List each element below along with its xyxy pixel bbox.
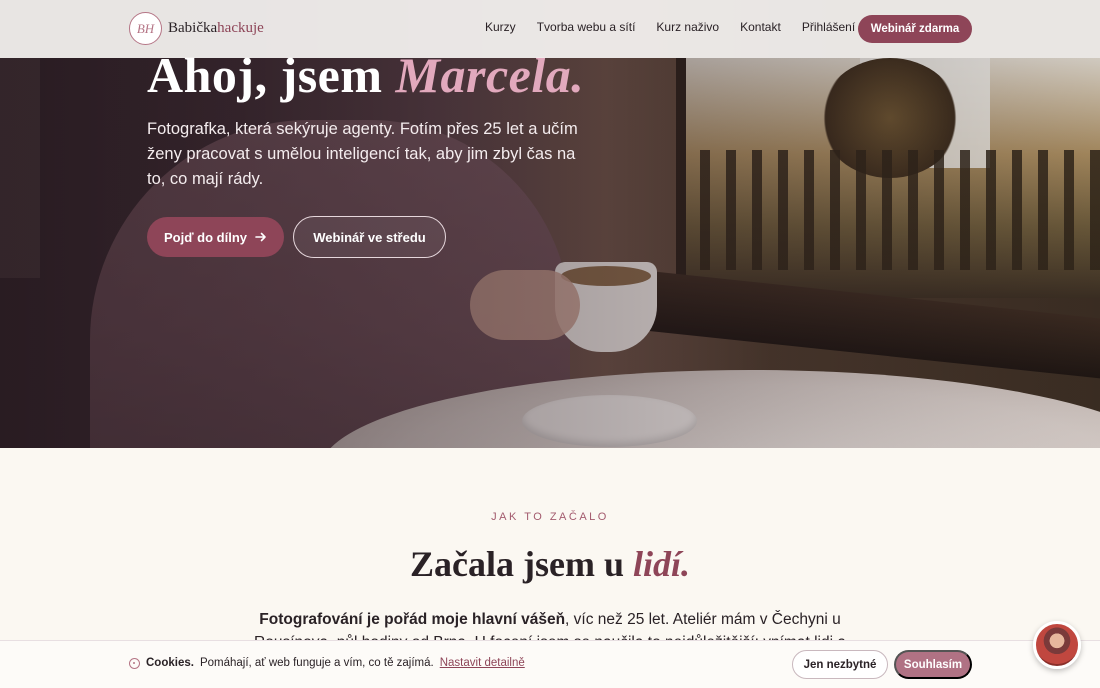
- hero-description: Fotografka, která sekýruje agenty. Fotím…: [147, 120, 578, 188]
- logo-text-part2: hackuje: [217, 20, 264, 36]
- section-title-plain: Začala jsem u: [410, 544, 633, 584]
- nav-item-prihlaseni[interactable]: Přihlášení: [802, 20, 855, 34]
- arrow-right-icon: [255, 232, 266, 242]
- cookie-message: Cookies. Pomáhají, ať web funguje a vím,…: [129, 657, 525, 669]
- webinar-wednesday-button[interactable]: Webinář ve středu: [293, 216, 446, 258]
- workshop-button[interactable]: Pojď do dílny: [147, 217, 284, 257]
- chat-avatar-button[interactable]: [1033, 621, 1081, 669]
- cookie-accept-button[interactable]: Souhlasím: [894, 650, 972, 679]
- cookie-settings-link[interactable]: Nastavit detailně: [440, 657, 525, 669]
- free-webinar-button[interactable]: Webinář zdarma: [858, 15, 972, 43]
- section-title: Začala jsem u lidí.: [0, 543, 1100, 585]
- main-nav: Kurzy Tvorba webu a sítí Kurz naživo Kon…: [485, 20, 876, 34]
- logo-text: Babičkahackuje: [168, 20, 264, 37]
- cookie-label: Cookies.: [146, 657, 194, 669]
- nav-item-kurzy[interactable]: Kurzy: [485, 20, 516, 34]
- cookie-icon: [129, 657, 140, 669]
- section-title-accent: lidí.: [632, 544, 690, 584]
- site-header: BH Babičkahackuje Kurzy Tvorba webu a sí…: [0, 0, 1100, 58]
- cookie-necessary-button[interactable]: Jen nezbytné: [792, 650, 888, 679]
- workshop-button-label: Pojď do dílny: [163, 229, 247, 245]
- logo-text-part1: Babička: [168, 20, 218, 36]
- section-eyebrow: JAK TO ZAČALO: [491, 511, 609, 523]
- nav-item-kurz-nazivo[interactable]: Kurz naživo: [656, 20, 719, 34]
- nav-item-tvorba-webu[interactable]: Tvorba webu a sítí: [537, 20, 636, 34]
- section-body-bold: Fotografování je pořád moje hlavní vášeň: [259, 611, 566, 628]
- site-logo[interactable]: BH Babičkahackuje: [129, 12, 264, 45]
- logo-mark-icon: BH: [129, 12, 162, 45]
- nav-item-kontakt[interactable]: Kontakt: [740, 20, 781, 34]
- cookie-text: Pomáhají, ať web funguje a vím, co tě za…: [199, 657, 434, 669]
- hero-section: Ahoj, jsem Marcela. Fotografka, která se…: [0, 0, 1100, 448]
